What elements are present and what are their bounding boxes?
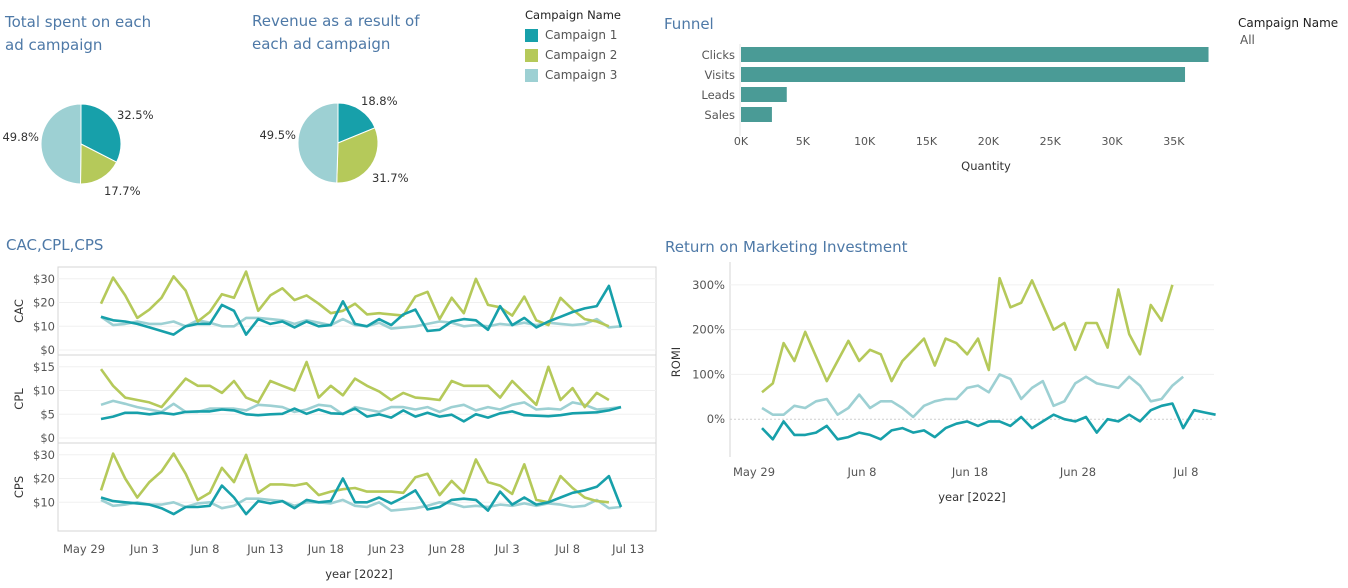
funnel-x-tick: 5K	[796, 135, 811, 148]
pie-spent-chart: 32.5% 17.7% 49.8%	[2, 103, 154, 198]
cac-y-tick: $15	[33, 360, 55, 374]
legend-item-campaign-2[interactable]: Campaign 2	[525, 45, 645, 65]
cac-y-tick: $30	[33, 272, 55, 286]
funnel-x-tick: 35K	[1163, 135, 1185, 148]
romi-y-tick: 300%	[692, 278, 725, 292]
funnel-x-tick: 20K	[978, 135, 1000, 148]
cac-cpl-cps-chart: $0 $10 $20 $30 CAC $0 $5 $10 $15 CPL $10 $20 $30 CPS M…	[12, 266, 657, 581]
cac-panel-y-label: CPS	[12, 476, 26, 498]
cac-x-tick: Jul 8	[554, 542, 580, 556]
pie-slice-3	[40, 103, 82, 185]
cac-series-line-2	[99, 452, 610, 504]
romi-x-tick: Jul 8	[1173, 465, 1199, 479]
funnel-bar	[741, 87, 787, 102]
cac-x-tick: Jul 13	[611, 542, 644, 556]
cac-x-tick: Jun 28	[428, 542, 465, 556]
funnel-category-label: Clicks	[702, 48, 735, 62]
funnel-x-tick: 0K	[734, 135, 749, 148]
cac-title: CAC,CPL,CPS	[6, 236, 104, 254]
funnel-x-tick: 30K	[1101, 135, 1123, 148]
legend-title: Campaign Name	[525, 8, 621, 22]
pie-label-2: 17.7%	[104, 184, 141, 198]
funnel-x-label: Quantity	[961, 159, 1011, 173]
cac-x-tick: Jun 23	[367, 542, 404, 556]
romi-x-tick: Jun 8	[847, 465, 877, 479]
pie-spent-title: Total spent on each ad campaign	[5, 11, 235, 57]
romi-series-line-3	[761, 373, 1185, 419]
funnel-category-label: Leads	[701, 88, 735, 102]
cac-x-tick: Jul 3	[494, 542, 520, 556]
cac-y-tick: $0	[40, 343, 55, 357]
cac-y-tick: $10	[33, 495, 55, 509]
cac-series-line-1	[100, 474, 623, 516]
legend-swatch-campaign-2	[525, 48, 538, 62]
romi-series-line-2	[761, 276, 1174, 394]
legend-item-campaign-1[interactable]: Campaign 1	[525, 25, 645, 45]
cac-x-tick: Jun 3	[129, 542, 159, 556]
romi-series-line-1	[761, 402, 1216, 441]
cac-panel-y-label: CPL	[12, 388, 26, 410]
romi-x-label: year [2022]	[938, 490, 1006, 504]
romi-y-tick: 200%	[692, 323, 725, 337]
romi-chart: 0% 100% 200% 300% ROMI May 29 Jun 8 Jun 18 Jun 2…	[669, 262, 1216, 504]
pie-revenue-title-line1: Revenue as a result of	[252, 12, 420, 30]
legend-swatch-campaign-3	[525, 68, 538, 82]
funnel-x-tick: 15K	[916, 135, 938, 148]
pie-spent-title-line2: ad campaign	[5, 36, 103, 54]
pie-label-1: 32.5%	[117, 108, 154, 122]
funnel-bar	[741, 107, 772, 122]
romi-x-tick: Jun 28	[1059, 465, 1096, 479]
legend-label: Campaign 1	[545, 28, 618, 42]
cac-x-tick: Jun 13	[246, 542, 283, 556]
funnel-bar	[741, 47, 1209, 62]
funnel-x-tick: 10K	[854, 135, 876, 148]
pie-slice-3	[297, 102, 339, 184]
romi-y-tick: 100%	[692, 367, 725, 381]
pie-label-2: 31.7%	[372, 171, 409, 185]
filter-title: Campaign Name	[1238, 16, 1339, 30]
funnel-category-label: Visits	[705, 68, 736, 82]
legend-label: Campaign 3	[545, 68, 618, 82]
romi-y-label: ROMI	[669, 347, 683, 377]
legend-swatch-campaign-1	[525, 28, 538, 42]
cac-y-tick: $20	[33, 472, 55, 486]
filter-value[interactable]: All	[1240, 33, 1343, 47]
pie-revenue-title: Revenue as a result of each ad campaign	[252, 10, 492, 56]
cac-y-tick: $30	[33, 448, 55, 462]
campaign-legend[interactable]: Campaign Name Campaign 1 Campaign 2 Camp…	[525, 8, 645, 85]
funnel-category-label: Sales	[704, 108, 735, 122]
pie-label-1: 18.8%	[361, 94, 398, 108]
romi-x-tick: Jun 18	[951, 465, 988, 479]
cac-y-tick: $5	[40, 407, 55, 421]
cac-y-tick: $20	[33, 296, 55, 310]
cac-x-tick: Jun 18	[307, 542, 344, 556]
pie-revenue-title-line2: each ad campaign	[252, 35, 391, 53]
legend-item-campaign-3[interactable]: Campaign 3	[525, 65, 645, 85]
cac-panel-y-label: CAC	[12, 299, 26, 323]
campaign-filter[interactable]: Campaign Name All	[1238, 16, 1343, 47]
cac-y-tick: $10	[33, 384, 55, 398]
cac-x-tick: Jun 8	[189, 542, 219, 556]
cac-series-line-2	[99, 360, 610, 409]
romi-y-tick: 0%	[707, 412, 725, 426]
pie-label-3: 49.5%	[259, 128, 296, 142]
funnel-chart: Clicks Visits Leads Sales 0K 5K 10K 15K 20K 25K 30…	[701, 44, 1209, 173]
pie-spent-title-line1: Total spent on each	[5, 13, 152, 31]
romi-title: Return on Marketing Investment	[665, 238, 908, 256]
cac-y-tick: $10	[33, 319, 55, 333]
cac-x-label: year [2022]	[325, 567, 393, 581]
pie-label-3: 49.8%	[2, 130, 39, 144]
funnel-bar	[741, 67, 1186, 82]
cac-x-tick: May 29	[63, 542, 105, 556]
funnel-title: Funnel	[664, 15, 714, 33]
funnel-x-tick: 25K	[1040, 135, 1062, 148]
legend-label: Campaign 2	[545, 48, 618, 62]
cac-series-line-2	[99, 270, 610, 328]
pie-revenue-chart: 18.8% 31.7% 49.5%	[259, 94, 409, 185]
romi-x-tick: May 29	[733, 465, 775, 479]
cac-y-tick: $0	[40, 431, 55, 445]
